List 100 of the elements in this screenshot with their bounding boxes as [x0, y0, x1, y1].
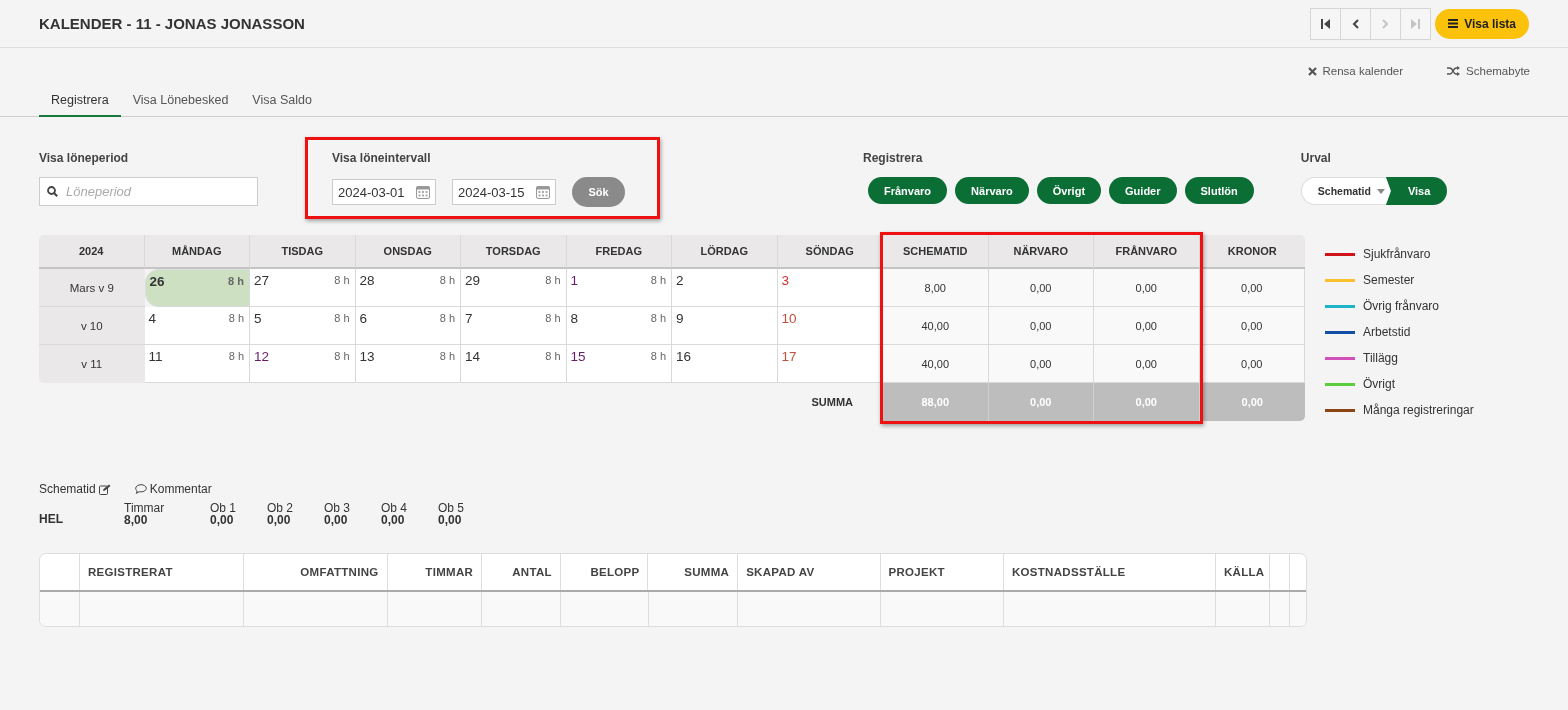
figure-value: 0,00 [438, 514, 463, 526]
figure-value: 0,00 [210, 514, 235, 526]
day-cell[interactable]: 17 [777, 345, 883, 383]
column-header: KOSTNADSSTÄLLE [1011, 566, 1126, 578]
table-cell: 40,00 [883, 345, 989, 383]
figure-label: Ob 4 [381, 502, 408, 514]
figure-label: Ob 1 [210, 502, 237, 514]
day-number: 11 [148, 350, 163, 364]
clear-calendar-link[interactable]: Rensa kalender [1307, 61, 1404, 81]
tab[interactable]: Visa Lönebesked [120, 89, 241, 117]
legend-label: Tillägg [1363, 351, 1398, 365]
hours-label: 8 h [228, 350, 244, 362]
day-cell[interactable]: 6 8 h [355, 307, 461, 345]
sum-cell: 0,00 [1094, 383, 1200, 421]
column-header: NÄRVARO [988, 235, 1094, 269]
day-cell[interactable]: 14 8 h [461, 345, 567, 383]
hours-label: 8 h [650, 312, 666, 324]
register-button[interactable]: Slutlön [1184, 177, 1254, 204]
day-number: 4 [148, 312, 156, 326]
day-cell[interactable]: 10 [777, 307, 883, 345]
hours-label: 8 h [334, 350, 350, 362]
figure-value: 0,00 [267, 514, 292, 526]
day-cell[interactable]: 29 8 h [461, 269, 567, 307]
hours-label: 8 h [228, 312, 244, 324]
last-page-icon [1411, 18, 1421, 29]
table-cell: 8,00 [883, 269, 989, 307]
day-number: 14 [465, 350, 481, 364]
field-label: Visa löneintervall [332, 151, 432, 165]
column-header: ONSDAG [355, 235, 461, 269]
show-button[interactable]: Visa [1385, 177, 1448, 205]
hours-label: 8 h [439, 274, 455, 286]
day-cell[interactable]: 13 8 h [355, 345, 461, 383]
tab[interactable]: Visa Saldo [240, 89, 324, 117]
sum-cell: 0,00 [988, 383, 1094, 421]
field-label: Urval [1300, 151, 1332, 165]
schedule-change-link[interactable]: Schemabyte [1447, 61, 1530, 81]
day-cell[interactable]: 4 8 h [144, 307, 250, 345]
day-number: 3 [781, 274, 789, 288]
day-number: 16 [676, 350, 692, 364]
search-field[interactable]: Löneperiod [39, 177, 258, 206]
table-cell: 0,00 [988, 269, 1094, 307]
table-cell: 0,00 [988, 345, 1094, 383]
legend-label: Semester [1363, 273, 1415, 287]
hours-label: 8 h [545, 312, 561, 324]
column-header: 2024 [39, 235, 145, 269]
legend-label: Många registreringar [1363, 403, 1474, 417]
day-cell[interactable]: 16 [672, 345, 778, 383]
hours-label: 8 h [334, 274, 350, 286]
day-cell[interactable]: 27 8 h [250, 269, 356, 307]
day-cell[interactable]: 2 [672, 269, 778, 307]
day-cell[interactable]: 7 8 h [461, 307, 567, 345]
chevron-left-icon [1352, 18, 1360, 29]
date-field[interactable]: 2024-03-01 [332, 179, 436, 205]
table-cell: 0,00 [988, 307, 1094, 345]
register-button[interactable]: Guider [1109, 177, 1177, 204]
day-cell[interactable]: 9 [672, 307, 778, 345]
figure-label: Ob 5 [438, 502, 465, 514]
legend-label: Arbetstid [1363, 325, 1411, 339]
day-number: 12 [254, 350, 270, 364]
day-cell[interactable]: 11 8 h [144, 345, 250, 383]
pager-button[interactable] [1340, 7, 1372, 40]
date-field[interactable]: 2024-03-15 [452, 179, 556, 205]
column-header: TORSDAG [461, 235, 567, 269]
table-cell: 0,00 [1094, 307, 1200, 345]
pager-button[interactable] [1310, 7, 1342, 40]
day-cell[interactable]: 12 8 h [250, 345, 356, 383]
table-cell: 0,00 [1094, 269, 1200, 307]
figure-value: 8,00 [124, 514, 149, 526]
register-button[interactable]: Frånvaro [868, 177, 948, 204]
search-icon [47, 186, 58, 197]
register-button[interactable]: Övrigt [1036, 177, 1102, 204]
tab[interactable]: Registrera [39, 89, 121, 117]
comment-link[interactable]: Kommentar [134, 482, 212, 496]
column-header: BELOPP [590, 566, 640, 578]
dropdown[interactable]: Schematid [1300, 177, 1391, 205]
day-cell[interactable]: 8 8 h [566, 307, 672, 345]
day-cell[interactable]: 1 8 h [566, 269, 672, 307]
day-cell[interactable]: 26 8 h [144, 269, 250, 307]
speech-bubble-icon [134, 484, 147, 494]
edit-icon [98, 483, 111, 495]
day-number: 26 [149, 275, 165, 289]
first-page-icon [1321, 18, 1331, 29]
section-label: Registrera [863, 151, 924, 165]
day-cell[interactable]: 3 [777, 269, 883, 307]
day-number: 27 [254, 274, 270, 288]
day-cell[interactable]: 5 8 h [250, 307, 356, 345]
column-header: PROJEKT [888, 566, 945, 578]
edit-schedule-link[interactable]: Schematid [39, 482, 111, 496]
hours-label: 8 h [650, 350, 666, 362]
day-cell[interactable]: 28 8 h [355, 269, 461, 307]
table-cell: 40,00 [883, 307, 989, 345]
day-cell[interactable]: 15 8 h [566, 345, 672, 383]
page-title: KALENDER - 11 - JONAS JONASSON [39, 15, 306, 32]
shuffle-icon [1447, 66, 1461, 76]
figure-label: Ob 3 [324, 502, 351, 514]
show-list-button[interactable]: Visa lista [1435, 8, 1529, 39]
figure-label: Ob 2 [267, 502, 294, 514]
register-button[interactable]: Närvaro [955, 177, 1029, 204]
day-number: 13 [359, 350, 375, 364]
menu-icon [1448, 19, 1459, 28]
